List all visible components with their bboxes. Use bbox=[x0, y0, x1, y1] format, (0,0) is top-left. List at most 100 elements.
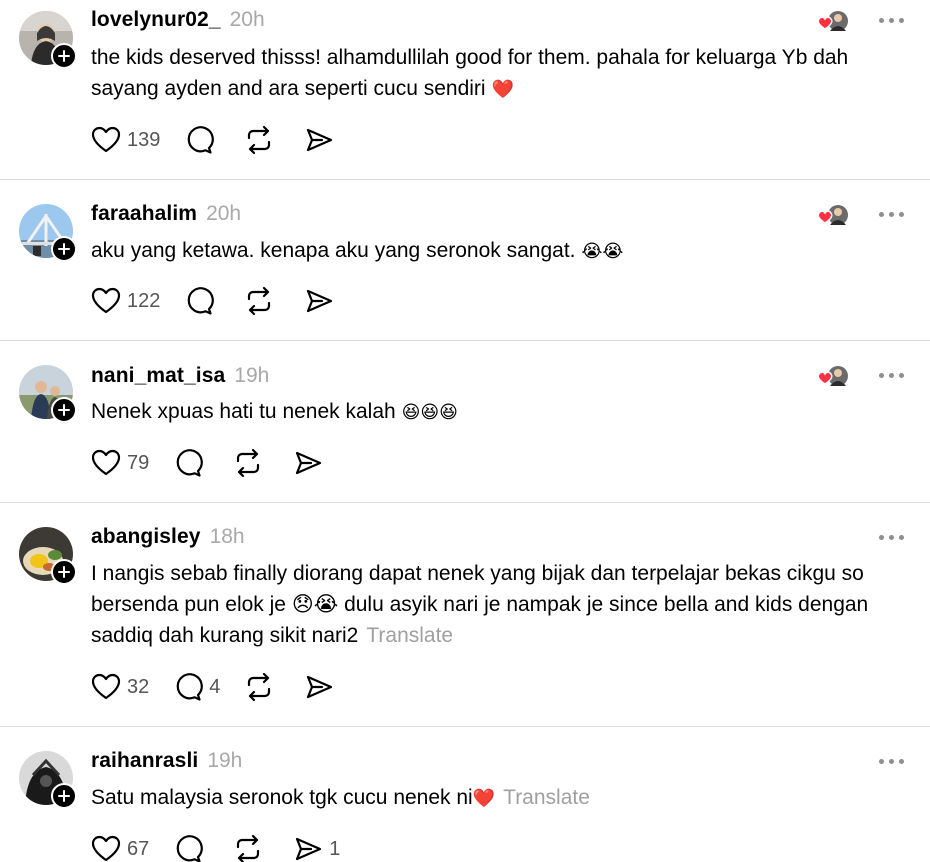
avatar[interactable] bbox=[19, 751, 77, 809]
reply-button[interactable]: 4 bbox=[173, 672, 220, 702]
send-icon bbox=[296, 451, 322, 475]
share-button[interactable]: 1 bbox=[293, 834, 340, 862]
username[interactable]: lovelynur02_ bbox=[91, 8, 221, 32]
post-header: lovelynur02_ 20h bbox=[91, 8, 265, 32]
reply-button[interactable] bbox=[173, 834, 209, 862]
repost-icon bbox=[237, 448, 260, 478]
like-button[interactable]: 32 bbox=[91, 673, 149, 701]
send-icon bbox=[307, 128, 333, 152]
post-text: Nenek xpuas hati tu nenek kalah 😆😆😆 bbox=[91, 400, 458, 423]
share-count: 1 bbox=[329, 837, 341, 860]
liked-by-author-icon bbox=[817, 366, 848, 386]
username[interactable]: abangisley bbox=[91, 525, 201, 549]
send-icon bbox=[307, 289, 333, 313]
avatar[interactable] bbox=[19, 527, 77, 585]
post-text: the kids deserved thisss! alhamdullilah … bbox=[91, 46, 849, 100]
more-options-button[interactable] bbox=[879, 212, 904, 217]
plus-icon bbox=[58, 566, 70, 578]
comment-bubble-icon bbox=[188, 126, 215, 154]
follow-button[interactable] bbox=[51, 236, 77, 262]
post-text: aku yang ketawa. kenapa aku yang seronok… bbox=[91, 239, 624, 262]
username[interactable]: nani_mat_isa bbox=[91, 364, 225, 388]
like-button[interactable]: 122 bbox=[91, 287, 160, 315]
repost-icon bbox=[248, 125, 271, 155]
heart-icon bbox=[91, 287, 121, 314]
send-icon bbox=[307, 675, 333, 699]
share-button[interactable] bbox=[304, 672, 340, 702]
post-header: nani_mat_isa 19h bbox=[91, 364, 269, 388]
reply-button[interactable] bbox=[173, 448, 209, 478]
repost-button[interactable] bbox=[233, 448, 269, 478]
follow-button[interactable] bbox=[51, 397, 77, 423]
follow-button[interactable] bbox=[51, 783, 77, 809]
timestamp[interactable]: 18h bbox=[210, 525, 245, 549]
repost-icon bbox=[237, 834, 260, 862]
heart-icon bbox=[91, 449, 121, 476]
divider bbox=[0, 340, 930, 341]
avatar[interactable] bbox=[19, 365, 77, 423]
repost-button[interactable] bbox=[244, 125, 280, 155]
action-bar: 79 bbox=[91, 446, 353, 480]
send-icon bbox=[296, 837, 322, 861]
timestamp[interactable]: 19h bbox=[207, 749, 242, 773]
post-header: faraahalim 20h bbox=[91, 202, 241, 226]
post-header: raihanrasli 19h bbox=[91, 749, 242, 773]
divider bbox=[0, 726, 930, 727]
action-bar: 139 bbox=[91, 123, 364, 157]
username[interactable]: raihanrasli bbox=[91, 749, 198, 773]
more-options-button[interactable] bbox=[879, 373, 904, 378]
more-options-button[interactable] bbox=[879, 759, 904, 764]
action-bar: 32 4 bbox=[91, 670, 364, 704]
repost-button[interactable] bbox=[244, 286, 280, 316]
like-count: 122 bbox=[127, 289, 161, 312]
post-text: Satu malaysia seronok tgk cucu nenek ni❤… bbox=[91, 786, 590, 809]
timestamp[interactable]: 20h bbox=[206, 202, 241, 226]
action-bar: 67 1 bbox=[91, 832, 364, 862]
more-options-button[interactable] bbox=[879, 535, 904, 540]
comment-bubble-icon bbox=[188, 287, 215, 315]
translate-link[interactable]: Translate bbox=[503, 786, 590, 809]
divider bbox=[0, 502, 930, 503]
like-button[interactable]: 79 bbox=[91, 449, 149, 477]
more-options-button[interactable] bbox=[879, 18, 904, 23]
like-count: 139 bbox=[127, 128, 161, 151]
post-text: I nangis sebab finally diorang dapat nen… bbox=[91, 562, 869, 647]
repost-icon bbox=[248, 286, 271, 316]
avatar[interactable] bbox=[19, 11, 77, 69]
reply-count: 4 bbox=[209, 675, 221, 698]
share-button[interactable] bbox=[304, 125, 340, 155]
like-button[interactable]: 67 bbox=[91, 835, 149, 862]
plus-icon bbox=[58, 404, 70, 416]
like-button[interactable]: 139 bbox=[91, 126, 160, 154]
replies-feed: lovelynur02_ 20h the kids deserved thiss… bbox=[0, 0, 930, 862]
reply-button[interactable] bbox=[184, 125, 220, 155]
repost-button[interactable] bbox=[233, 834, 269, 862]
heart-icon bbox=[91, 126, 121, 153]
heart-icon bbox=[91, 835, 121, 862]
reply-button[interactable] bbox=[184, 286, 220, 316]
action-bar: 122 bbox=[91, 284, 364, 318]
emoji: ❤️ bbox=[472, 788, 496, 809]
follow-button[interactable] bbox=[51, 559, 77, 585]
divider bbox=[0, 179, 930, 180]
username[interactable]: faraahalim bbox=[91, 202, 197, 226]
plus-icon bbox=[58, 790, 70, 802]
timestamp[interactable]: 20h bbox=[230, 8, 265, 32]
plus-icon bbox=[58, 243, 70, 255]
share-button[interactable] bbox=[293, 448, 329, 478]
timestamp[interactable]: 19h bbox=[234, 364, 269, 388]
emoji: 😆😆😆 bbox=[401, 402, 458, 423]
like-count: 32 bbox=[127, 675, 150, 698]
like-count: 67 bbox=[127, 837, 150, 860]
avatar[interactable] bbox=[19, 204, 77, 262]
share-button[interactable] bbox=[304, 286, 340, 316]
liked-by-author-icon bbox=[817, 11, 848, 31]
comment-bubble-icon bbox=[176, 449, 204, 477]
like-count: 79 bbox=[127, 451, 150, 474]
liked-by-author-icon bbox=[817, 205, 848, 225]
translate-link[interactable]: Translate bbox=[366, 624, 453, 647]
heart-icon bbox=[91, 673, 121, 700]
follow-button[interactable] bbox=[51, 43, 77, 69]
plus-icon bbox=[58, 50, 70, 62]
repost-button[interactable] bbox=[244, 672, 280, 702]
